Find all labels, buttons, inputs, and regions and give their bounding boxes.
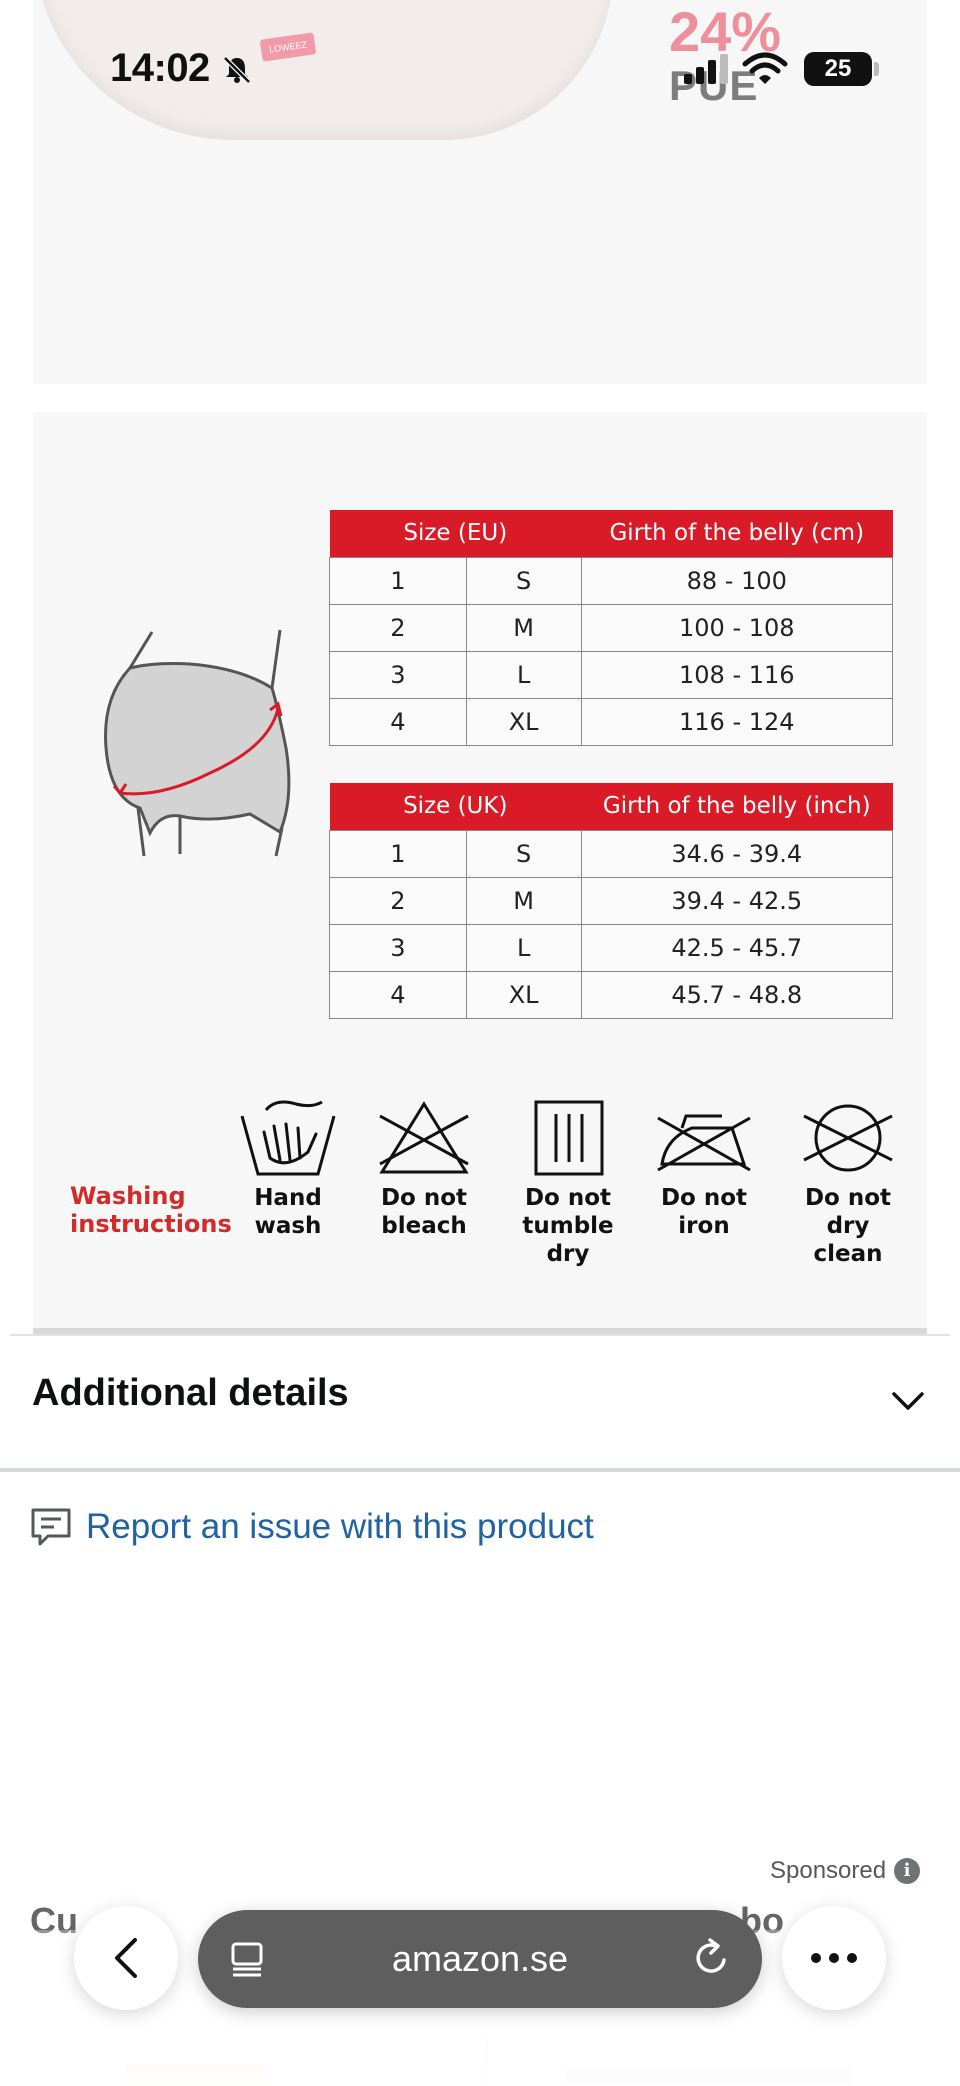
table-cell: 1 (329, 829, 467, 878)
battery-cap (874, 62, 879, 76)
table-cell: 3 (329, 650, 467, 699)
wash-item-no-bleach: Do not bleach (370, 1098, 478, 1240)
table-cell: 42.5 - 45.7 (580, 923, 894, 972)
belly-figure-illustration (104, 629, 291, 857)
divider (0, 1468, 960, 1472)
sponsored-label[interactable]: Sponsored i (770, 1857, 921, 1885)
ellipsis-icon (811, 1953, 857, 1963)
url-text: amazon.se (391, 1938, 569, 1979)
wash-label: Do not bleach (380, 1185, 468, 1239)
table-header: Size (EU) (329, 510, 582, 557)
no-dry-clean-icon (803, 1104, 893, 1172)
back-button[interactable] (74, 1906, 178, 2010)
info-icon[interactable]: i (894, 1858, 921, 1884)
no-bleach-icon (379, 1101, 469, 1174)
reload-icon[interactable] (692, 1938, 732, 1978)
table-cell: 45.7 - 48.8 (580, 970, 894, 1019)
table-header: Girth of the belly (inch) (581, 783, 893, 830)
wash-label: Do not iron (660, 1185, 748, 1239)
table-cell: XL (465, 697, 582, 746)
table-cell: M (465, 876, 582, 925)
no-tumble-dry-icon (534, 1100, 604, 1176)
wash-item-no-dry-clean: Do not dry clean (790, 1098, 906, 1268)
table-cell: 108 - 116 (580, 650, 894, 699)
chevron-left-icon (115, 1938, 137, 1978)
table-row: 3 L 108 - 116 (329, 650, 894, 699)
table-row: 4 XL 116 - 124 (329, 697, 894, 746)
report-issue-link[interactable]: Report an issue with this product (30, 1500, 594, 1554)
table-cell: L (465, 650, 582, 699)
cellular-signal-icon (684, 54, 728, 84)
table-cell: XL (465, 970, 582, 1019)
table-cell: 2 (329, 876, 467, 925)
table-cell: L (465, 923, 582, 972)
table-cell: S (465, 829, 582, 878)
wash-label: Do not dry clean (804, 1185, 892, 1267)
more-options-button[interactable] (782, 1906, 886, 2010)
table-row: 1 S 88 - 100 (329, 556, 894, 605)
table-cell: 3 (329, 923, 467, 972)
feedback-icon (31, 1508, 71, 1546)
chevron-down-icon (892, 1392, 924, 1410)
wifi-icon (742, 52, 788, 84)
no-iron-icon (657, 1114, 751, 1172)
wash-item-no-iron: Do not iron (650, 1098, 758, 1240)
table-cell: 2 (329, 603, 467, 652)
address-bar[interactable]: amazon.se (198, 1910, 762, 2008)
table-row: 2 M 100 - 108 (329, 603, 894, 652)
table-cell: M (465, 603, 582, 652)
table-cell: 100 - 108 (580, 603, 894, 652)
additional-details-title: Additional details (32, 1372, 349, 1414)
table-cell: S (465, 556, 582, 605)
wash-item-hand-wash: Hand wash (234, 1098, 342, 1240)
table-row: 1 S 34.6 - 39.4 (329, 829, 894, 878)
eu-size-table: Size (EU) Girth of the belly (cm) 1 S 88… (329, 510, 894, 746)
table-cell: 88 - 100 (580, 556, 894, 605)
table-header: Size (UK) (329, 783, 582, 830)
table-row: 2 M 39.4 - 42.5 (329, 876, 894, 925)
table-cell: 39.4 - 42.5 (580, 876, 894, 925)
status-time: 14:02 (110, 46, 210, 90)
table-cell: 4 (329, 970, 467, 1019)
table-cell: 4 (329, 697, 467, 746)
additional-details-expander[interactable]: Additional details (0, 1336, 960, 1468)
uk-size-table: Size (UK) Girth of the belly (inch) 1 S … (329, 783, 894, 1019)
report-issue-label: Report an issue with this product (86, 1507, 594, 1546)
table-cell: 34.6 - 39.4 (580, 829, 894, 878)
table-cell: 1 (329, 556, 467, 605)
table-row: 3 L 42.5 - 45.7 (329, 923, 894, 972)
sponsored-text: Sponsored (770, 1857, 887, 1884)
battery-indicator: 25 (804, 52, 872, 86)
wash-label: Hand wash (254, 1185, 322, 1239)
table-header: Girth of the belly (cm) (581, 510, 893, 557)
table-cell: 116 - 124 (580, 697, 894, 746)
hand-wash-icon (240, 1100, 336, 1176)
silent-bell-icon (223, 56, 251, 84)
wash-item-no-tumble-dry: Do not tumble dry (498, 1098, 638, 1268)
wash-label: Do not tumble dry (522, 1185, 614, 1267)
table-row: 4 XL 45.7 - 48.8 (329, 970, 894, 1019)
